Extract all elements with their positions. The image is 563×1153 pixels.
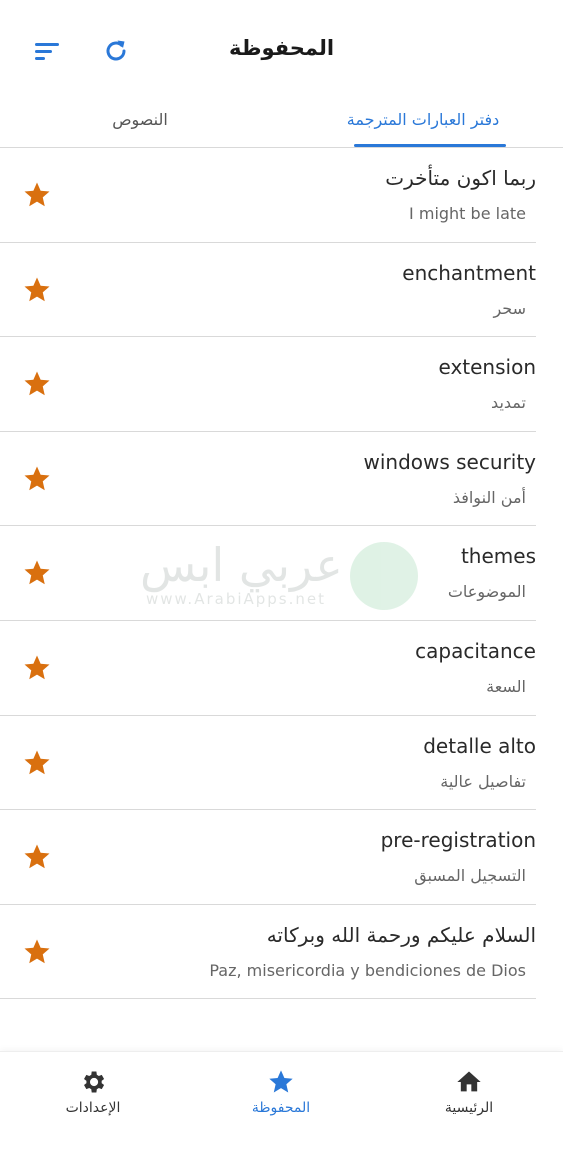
page-title: المحفوظة xyxy=(228,36,335,60)
saved-list: ربما اكون متأخرت I might be late enchantme… xyxy=(0,148,536,1000)
list-item-title: detalle alto xyxy=(423,733,536,758)
list-item[interactable]: themes الموضوعات xyxy=(0,526,536,621)
star-icon[interactable] xyxy=(22,180,52,210)
active-tab-indicator xyxy=(354,144,506,147)
tab-phrasebook[interactable]: دفتر العبارات المترجمة xyxy=(340,92,506,147)
list-item[interactable]: extension تمديد xyxy=(0,337,536,432)
list-item[interactable]: detalle alto تفاصيل عالية xyxy=(0,716,536,811)
star-icon[interactable] xyxy=(22,937,52,967)
list-item[interactable]: windows security أمن النوافذ xyxy=(0,432,536,527)
list-item-subtitle: الموضوعات xyxy=(447,582,526,602)
list-item-title: capacitance xyxy=(415,638,536,663)
gear-icon xyxy=(84,1071,105,1093)
list-item-subtitle: سحر xyxy=(493,298,526,318)
list-item-title: السلام عليكم ورحمة الله وبركاته xyxy=(266,922,536,947)
nav-saved[interactable]: المحفوظة xyxy=(216,1064,346,1124)
list-item-title: ربما اكون متأخرت xyxy=(385,166,536,190)
list-item[interactable]: pre-registration التسجيل المسبق xyxy=(0,810,536,905)
list-item-subtitle: تفاصيل عالية xyxy=(440,771,526,791)
list-item-title: extension xyxy=(438,355,537,380)
list-item[interactable]: capacitance السعة xyxy=(0,621,536,716)
star-icon xyxy=(269,1070,293,1093)
list-item-subtitle: Paz, misericordia y bendiciones de Dios xyxy=(209,960,526,980)
list-item-subtitle: السعة xyxy=(486,676,526,696)
list-item[interactable]: السلام عليكم ورحمة الله وبركاته Paz, mise… xyxy=(0,905,536,1000)
list-item-subtitle: التسجيل المسبق xyxy=(414,866,526,886)
list-item-title: enchantment xyxy=(402,260,536,285)
list-item-subtitle: I might be late xyxy=(409,204,526,223)
tab-texts[interactable]: النصوص xyxy=(70,92,210,147)
star-icon[interactable] xyxy=(22,842,52,872)
tab-bar: دفتر العبارات المترجمة النصوص xyxy=(0,92,563,148)
list-item[interactable]: ربما اكون متأخرت I might be late xyxy=(0,148,536,243)
list-item-subtitle: أمن النوافذ xyxy=(452,487,526,507)
star-icon[interactable] xyxy=(22,275,52,305)
list-item-title: themes xyxy=(460,544,536,569)
app-header: المحفوظة xyxy=(0,0,563,100)
nav-settings-label: الإعدادات xyxy=(65,1100,121,1116)
star-icon[interactable] xyxy=(22,369,52,399)
nav-home[interactable]: الرئيسية xyxy=(404,1064,534,1124)
star-icon[interactable] xyxy=(22,653,52,683)
star-icon[interactable] xyxy=(22,748,52,778)
list-item-subtitle: تمديد xyxy=(491,393,526,413)
star-icon[interactable] xyxy=(22,464,52,494)
list-item-title: windows security xyxy=(363,449,536,474)
nav-settings[interactable]: الإعدادات xyxy=(28,1064,158,1124)
nav-saved-label: المحفوظة xyxy=(251,1100,311,1116)
bottom-nav: الإعدادات المحفوظة الرئيسية xyxy=(0,1051,563,1153)
star-icon[interactable] xyxy=(22,558,52,588)
home-icon xyxy=(457,1071,481,1092)
nav-home-label: الرئيسية xyxy=(444,1100,494,1116)
list-item[interactable]: enchantment سحر xyxy=(0,243,536,338)
list-item-title: pre-registration xyxy=(380,828,536,853)
